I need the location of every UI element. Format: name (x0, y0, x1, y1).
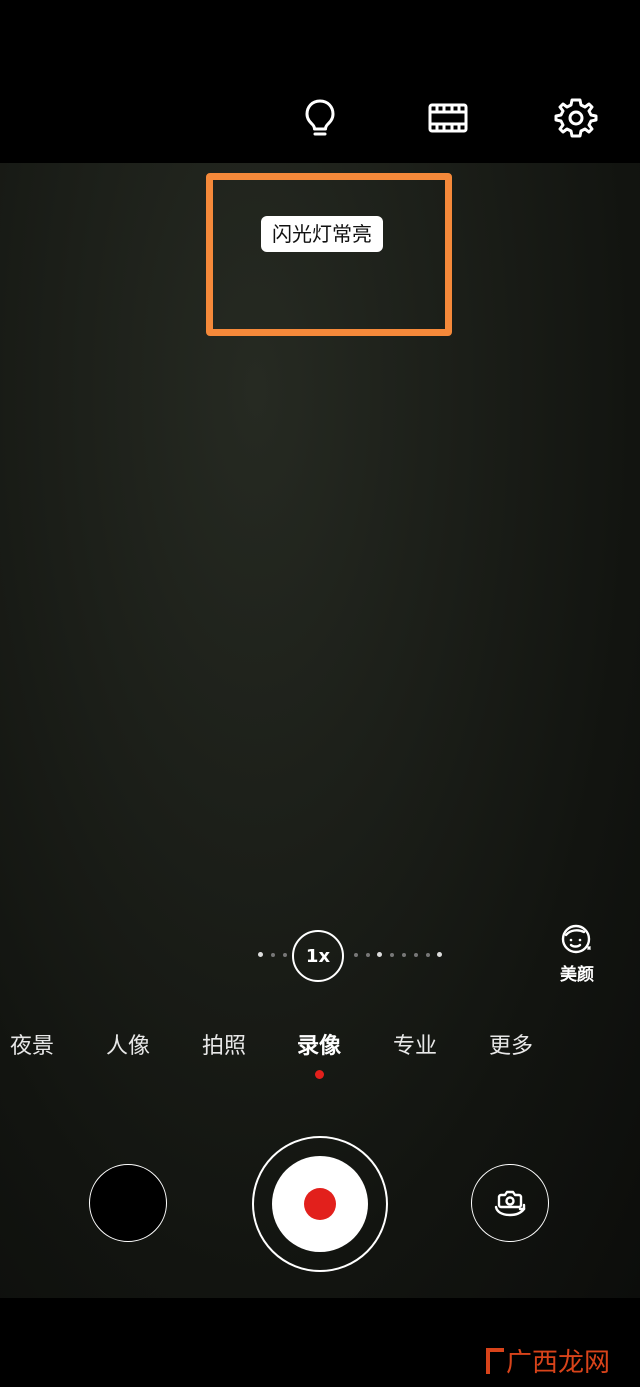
highlight-annotation-box (206, 173, 452, 336)
flash-status-toast: 闪光灯常亮 (261, 216, 383, 252)
record-button-inner (272, 1156, 368, 1252)
switch-camera-button[interactable] (471, 1164, 549, 1242)
zoom-control[interactable]: 1x (0, 930, 640, 984)
mode-selector[interactable]: 夜景 人像 拍照 录像 专业 更多 (0, 1028, 640, 1068)
lightbulb-icon (305, 99, 335, 136)
zoom-tick (354, 953, 358, 957)
mode-pro[interactable]: 专业 (393, 1028, 437, 1060)
top-bar (0, 0, 640, 163)
zoom-tick (366, 953, 370, 957)
zoom-tick (377, 952, 382, 957)
zoom-tick (283, 953, 287, 957)
settings-button[interactable] (554, 96, 598, 140)
switch-camera-icon (494, 1190, 526, 1217)
mode-video[interactable]: 录像 (297, 1028, 341, 1060)
record-dot-icon (304, 1188, 336, 1220)
zoom-tick (402, 953, 406, 957)
mode-night[interactable]: 夜景 (10, 1028, 54, 1060)
beauty-label: 美颜 (560, 965, 594, 985)
video-format-button[interactable] (426, 96, 470, 140)
zoom-tick (390, 953, 394, 957)
watermark-logo-icon (485, 1348, 504, 1374)
record-button[interactable] (252, 1136, 388, 1272)
camera-screen: 闪光灯常亮 1x 美颜 夜景 人像 拍照 录像 专业 更多 广西龙网 (0, 0, 640, 1387)
beauty-button[interactable]: 美颜 (553, 922, 601, 985)
viewfinder[interactable]: 闪光灯常亮 1x 美颜 (0, 163, 640, 1298)
zoom-tick (414, 953, 418, 957)
film-icon (428, 103, 468, 133)
zoom-tick (271, 953, 275, 957)
face-icon (561, 924, 591, 954)
watermark-text: 广西龙网 (505, 1348, 610, 1378)
zoom-tick (437, 952, 442, 957)
gallery-thumbnail[interactable] (89, 1164, 167, 1242)
active-mode-indicator (315, 1070, 324, 1079)
flash-button[interactable] (298, 96, 342, 140)
mode-portrait[interactable]: 人像 (106, 1028, 150, 1060)
mode-more[interactable]: 更多 (489, 1028, 533, 1060)
gear-icon (554, 98, 598, 138)
zoom-tick (426, 953, 430, 957)
mode-photo[interactable]: 拍照 (202, 1028, 246, 1060)
zoom-level-button[interactable]: 1x (292, 930, 344, 982)
zoom-tick (258, 952, 263, 957)
watermark: 广西龙网 (485, 1342, 610, 1379)
